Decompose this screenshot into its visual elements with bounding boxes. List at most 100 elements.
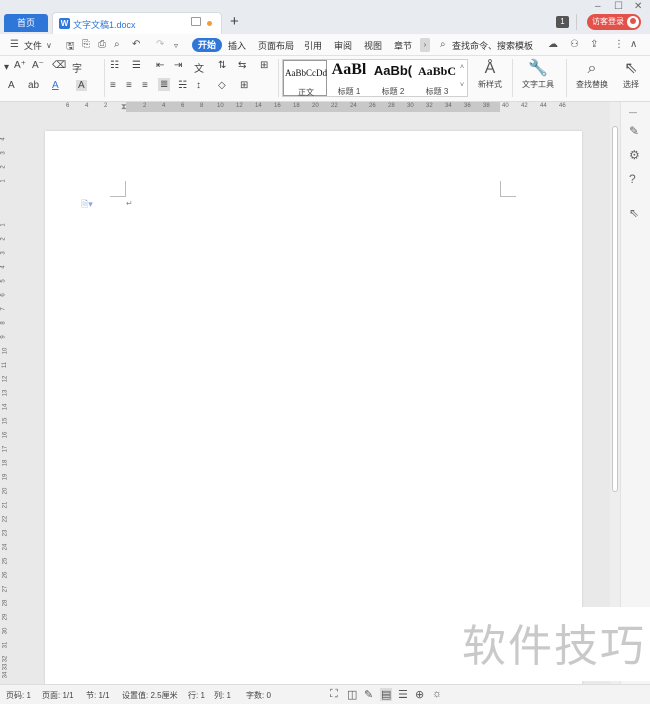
sort-icon[interactable]: ⇅ [218, 60, 226, 71]
sidebar-collapse-icon[interactable]: — [629, 108, 637, 117]
status-page-number[interactable]: 页码: 1 [6, 690, 31, 701]
document-page[interactable]: 🗎▾ ↵ [45, 131, 582, 691]
new-tab-button[interactable]: + [230, 13, 239, 31]
status-section[interactable]: 节: 1/1 [86, 690, 110, 701]
quick-access-menu-icon[interactable]: ▿ [174, 41, 178, 50]
menu-page-layout[interactable]: 页面布局 [258, 39, 294, 52]
paragraph-options-icon[interactable]: 🗎▾ [81, 197, 93, 213]
close-button[interactable]: ✕ [634, 1, 642, 12]
print-preview-icon[interactable]: ⌕ [114, 39, 120, 50]
adjust-settings-icon[interactable]: ⚙ [629, 148, 640, 162]
share-icon[interactable]: ⇪ [590, 39, 598, 50]
collaborate-icon[interactable]: ⚇ [570, 39, 579, 50]
status-row[interactable]: 行: 1 [188, 690, 205, 701]
web-view-icon[interactable]: ⊕ [415, 688, 424, 701]
new-style-button[interactable]: Å 新样式 [472, 59, 508, 90]
distributed-align-icon[interactable]: ☵ [178, 80, 187, 91]
menu-review[interactable]: 审阅 [334, 39, 352, 52]
status-column[interactable]: 列: 1 [214, 690, 231, 701]
strikethrough-icon[interactable]: ab [28, 80, 39, 91]
scrollbar-thumb[interactable] [612, 126, 618, 492]
style-heading-1[interactable]: AaBl 标题 1 [327, 60, 371, 96]
maximize-button[interactable]: ☐ [614, 1, 623, 12]
decrease-font-icon[interactable]: A⁻ [32, 60, 44, 71]
select-button[interactable]: ⇖ 选择 [614, 59, 648, 90]
menu-insert[interactable]: 插入 [228, 39, 246, 52]
clear-format-icon[interactable]: ⌫ [52, 60, 66, 71]
ruler-number: 8 [0, 321, 7, 325]
bullet-list-icon[interactable]: ☷ [110, 60, 119, 71]
undo-icon[interactable]: ↶ [132, 39, 140, 50]
fullscreen-icon[interactable]: ⛶ [330, 688, 338, 701]
more-options-icon[interactable]: ⋮ [614, 39, 624, 50]
tab-document[interactable]: W 文字文稿1.docx [52, 12, 222, 34]
guest-login-button[interactable]: 访客登录 [587, 14, 641, 30]
menu-start[interactable]: 开始 [192, 38, 222, 52]
align-right-icon[interactable]: ≡ [142, 80, 148, 91]
page-view-icon[interactable]: ▤ [380, 688, 393, 701]
help-icon[interactable]: ? [629, 172, 636, 186]
collapse-ribbon-icon[interactable]: ∧ [630, 39, 637, 50]
ruler-number: 1 [0, 223, 7, 227]
style-heading-2[interactable]: AaBb( 标题 2 [371, 60, 415, 96]
horizontal-ruler[interactable]: ⧗ 6 4 2 2 4 6 8 10 12 14 16 18 20 22 24 … [0, 102, 620, 112]
style-heading-3[interactable]: AaBbC 标题 3 [415, 60, 459, 96]
show-hide-marks-icon[interactable]: ⇆ [238, 60, 246, 71]
table-border-icon[interactable]: ⊞ [260, 60, 268, 71]
vertical-ruler[interactable]: 4 3 2 1 1 2 3 4 5 6 7 8 9 10 11 12 13 14… [0, 112, 10, 682]
status-word-count[interactable]: 字数: 0 [246, 690, 271, 701]
status-setting-value[interactable]: 设置值: 2.5厘米 [122, 690, 178, 701]
align-center-icon[interactable]: ≡ [126, 80, 132, 91]
ruler-number: 4 [0, 137, 7, 141]
chevron-down-icon[interactable]: ∨ [46, 41, 52, 50]
reading-mode-icon[interactable]: ◫ [347, 688, 357, 701]
style-scroll-down-icon[interactable]: ˅ [460, 82, 464, 89]
font-size-dropdown-icon[interactable]: ▾ [4, 62, 9, 73]
cloud-sync-icon[interactable]: ☁ [548, 39, 558, 50]
pen-icon[interactable]: ✎ [629, 124, 639, 138]
export-icon[interactable]: ⎘ [82, 39, 90, 50]
menu-more-arrow-icon[interactable]: › [420, 38, 430, 52]
chinese-layout-icon[interactable]: 文 [194, 60, 204, 75]
tab-home[interactable]: 首页 [4, 14, 48, 32]
outline-view-icon[interactable]: ☰ [398, 688, 408, 701]
hamburger-icon[interactable]: ☰ [10, 39, 19, 50]
indent-marker-icon[interactable]: ⧗ [121, 102, 127, 112]
border-icon[interactable]: ⊞ [240, 80, 248, 91]
justify-icon[interactable]: ≣ [158, 78, 171, 91]
menu-chapter[interactable]: 章节 [394, 39, 412, 52]
align-left-icon[interactable]: ≡ [110, 80, 116, 91]
print-icon[interactable]: ⎙ [98, 39, 106, 50]
menu-file[interactable]: 文件 [24, 39, 42, 52]
decrease-indent-icon[interactable]: ⇤ [156, 60, 164, 71]
monitor-icon[interactable] [191, 17, 201, 26]
font-color-icon[interactable]: A [52, 80, 59, 91]
command-search-input[interactable]: 查找命令、搜索模板 [452, 39, 533, 52]
style-scroll-up-icon[interactable]: ˄ [460, 64, 464, 71]
phonetic-guide-icon[interactable]: 字 [72, 60, 82, 75]
style-normal[interactable]: AaBbCcDd 正文 [283, 60, 327, 97]
numbered-list-icon[interactable]: ☰ [132, 60, 141, 71]
window-count-badge[interactable]: 1 [556, 16, 569, 28]
eye-protection-icon[interactable]: ☼ [432, 688, 442, 700]
menu-view[interactable]: 视图 [364, 39, 382, 52]
ruler-number: 20 [312, 103, 319, 109]
save-icon[interactable]: 🖫 [66, 39, 75, 56]
vertical-scrollbar[interactable] [610, 102, 620, 692]
increase-indent-icon[interactable]: ⇥ [174, 60, 182, 71]
minimize-button[interactable]: – [595, 1, 601, 12]
select-pointer-icon[interactable]: ⇖ [629, 206, 639, 220]
shading-fill-icon[interactable]: ◇ [218, 80, 226, 91]
increase-font-icon[interactable]: A⁺ [14, 60, 26, 71]
character-shading-icon[interactable]: A [76, 80, 87, 91]
text-effects-icon[interactable]: A [8, 80, 15, 91]
status-page-count[interactable]: 页面: 1/1 [42, 690, 74, 701]
write-mode-icon[interactable]: ✎ [364, 688, 373, 701]
redo-icon[interactable]: ↷ [156, 39, 164, 50]
text-tools-button[interactable]: 🔧 文字工具 [516, 59, 560, 90]
menu-references[interactable]: 引用 [304, 39, 322, 52]
find-replace-button[interactable]: ⌕ 查找替换 [570, 59, 614, 90]
right-sidebar: — ✎ ⚙ ? ⇖ [620, 102, 650, 692]
line-spacing-icon[interactable]: ↕ [196, 80, 201, 91]
ruler-number: 28 [2, 599, 9, 607]
